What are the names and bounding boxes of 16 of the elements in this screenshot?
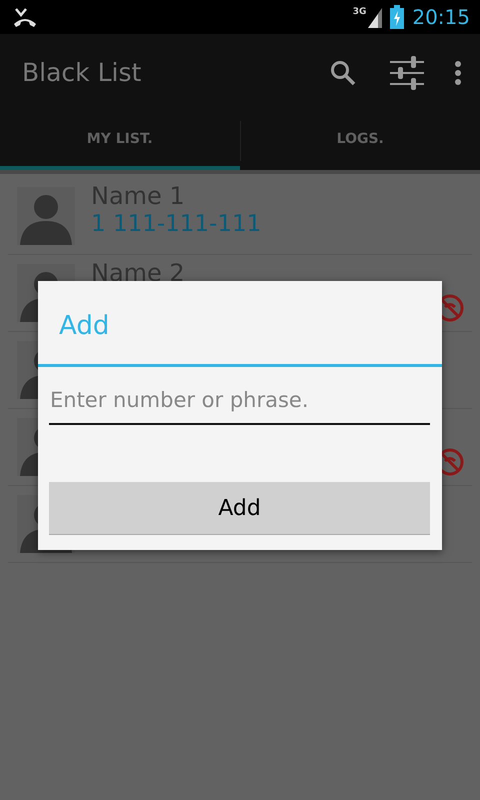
search-icon[interactable] [330,60,356,86]
call-end-icon [12,6,38,28]
input-field[interactable]: Enter number or phrase. [49,377,430,425]
sliders-icon[interactable] [390,56,424,90]
clock-text: 20:15 [412,4,470,31]
phone-number: 1 111-111-111 [91,210,262,238]
battery-icon [390,5,404,29]
signal-icon [366,6,384,28]
tab[interactable]: LOGS. [240,112,480,170]
overflow-menu-icon[interactable] [454,60,462,86]
avatar-icon [17,187,75,245]
tab[interactable]: MY LIST. [0,112,240,170]
app-title: Black List [22,57,142,90]
network-type-label: 3G [352,8,366,17]
add-button[interactable]: Add [49,482,430,535]
dialog-title: Add [38,281,442,367]
